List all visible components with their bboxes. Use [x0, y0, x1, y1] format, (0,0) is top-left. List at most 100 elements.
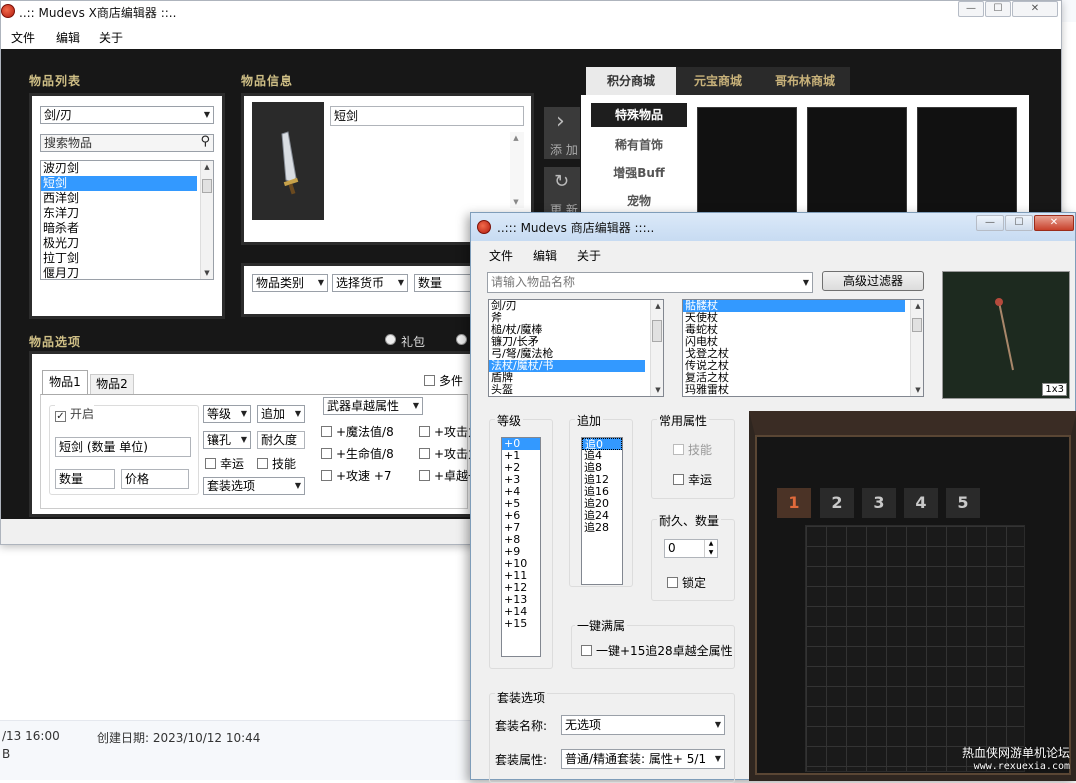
scroll-up-icon[interactable]: ▲: [651, 300, 663, 312]
minimize-button[interactable]: —: [958, 1, 984, 17]
multi-checkbox[interactable]: 多件: [424, 372, 463, 389]
quantity-input[interactable]: 数量: [55, 469, 115, 489]
scroll-thumb[interactable]: [202, 179, 212, 193]
checkbox-box[interactable]: [257, 458, 268, 469]
tab-ingot-shop[interactable]: 元宝商城: [676, 67, 760, 95]
tab-item-1[interactable]: 物品1: [42, 370, 88, 394]
level-dropdown[interactable]: 等级 ▼: [203, 405, 251, 423]
lock-checkbox[interactable]: 锁定: [667, 574, 706, 591]
item-search-combo[interactable]: 请输入物品名称 ▼: [487, 272, 813, 293]
durability-field[interactable]: 耐久度: [257, 431, 305, 449]
checkbox-box[interactable]: [321, 426, 332, 437]
list-item[interactable]: 东洋刀: [41, 206, 213, 221]
stepper-down-icon[interactable]: ▼: [704, 548, 717, 557]
checkbox-box[interactable]: [419, 426, 430, 437]
checkbox-box[interactable]: [321, 448, 332, 459]
luck-checkbox[interactable]: 幸运: [673, 471, 712, 488]
side-pets[interactable]: 宠物: [591, 189, 687, 213]
checkbox-box[interactable]: [673, 444, 684, 455]
set-attr-dropdown[interactable]: 普通/精通套装: 属性+ 5/1 ▼: [561, 749, 725, 769]
scroll-up-icon[interactable]: ▲: [510, 132, 522, 144]
scroll-down-icon[interactable]: ▼: [510, 196, 522, 208]
excellent-opt-speed[interactable]: +攻速 +7: [321, 467, 392, 484]
side-buff[interactable]: 增强Buff: [591, 161, 687, 185]
inventory-tab-1[interactable]: 1: [777, 488, 811, 518]
checkbox-box[interactable]: [424, 375, 435, 386]
enable-checkbox[interactable]: 开启: [55, 405, 95, 422]
tab-goblin-shop[interactable]: 哥布林商城: [760, 67, 850, 95]
item-desc-field[interactable]: 短剑 (数量 单位): [55, 437, 191, 457]
list-item[interactable]: +15: [502, 618, 540, 630]
checkbox-box[interactable]: [419, 448, 430, 459]
menu-edit[interactable]: 编辑: [56, 29, 80, 46]
full-attr-checkbox[interactable]: 一键+15追28卓越全属性: [581, 642, 733, 659]
list-item[interactable]: 头盔: [489, 384, 663, 396]
scroll-down-icon[interactable]: ▼: [911, 384, 923, 396]
checkbox-box[interactable]: [673, 474, 684, 485]
scrollbar[interactable]: ▲ ▼: [650, 300, 663, 396]
list-item[interactable]: 偃月刀: [41, 266, 213, 279]
shop-slot[interactable]: [697, 107, 797, 225]
excellent-opt-life[interactable]: +生命值/8: [321, 445, 394, 462]
list-item[interactable]: 天使杖: [683, 312, 923, 324]
durability-stepper[interactable]: 0 ▲ ▼: [664, 539, 718, 558]
inventory-tab-5[interactable]: 5: [946, 488, 980, 518]
side-special-items[interactable]: 特殊物品: [591, 103, 687, 127]
inventory-tab-3[interactable]: 3: [862, 488, 896, 518]
list-item[interactable]: 毒蛇杖: [683, 324, 923, 336]
scroll-up-icon[interactable]: ▲: [911, 300, 923, 312]
scroll-down-icon[interactable]: ▼: [201, 267, 213, 279]
menu-about[interactable]: 关于: [99, 29, 123, 46]
inventory-tab-2[interactable]: 2: [820, 488, 854, 518]
tab-points-shop[interactable]: 积分商城: [586, 67, 676, 95]
checkbox-box[interactable]: [581, 645, 592, 656]
level-listbox[interactable]: +0 +1 +2 +3 +4 +5 +6 +7 +8 +9 +10 +11 +1…: [501, 437, 541, 657]
checkbox-box[interactable]: [55, 411, 66, 422]
add-button[interactable]: › 添 加: [544, 107, 580, 159]
shop-slot[interactable]: [807, 107, 907, 225]
luck-checkbox[interactable]: 幸运: [205, 455, 244, 472]
search-input[interactable]: 搜索物品 ⚲: [40, 134, 214, 152]
list-item[interactable]: 追28: [582, 522, 622, 534]
set-name-dropdown[interactable]: 无选项 ▼: [561, 715, 725, 735]
scroll-down-icon[interactable]: ▼: [651, 384, 663, 396]
excellent-dropdown[interactable]: 武器卓越属性 ▼: [323, 397, 423, 415]
close-button[interactable]: ✕: [1012, 1, 1058, 17]
scroll-thumb[interactable]: [652, 320, 662, 342]
gift-radio[interactable]: [385, 334, 396, 345]
minimize-button[interactable]: —: [976, 215, 1004, 231]
add-option-dropdown[interactable]: 追加 ▼: [257, 405, 305, 423]
advanced-filter-button[interactable]: 高级过滤器: [822, 271, 924, 291]
set-option-dropdown[interactable]: 套装选项 ▼: [203, 477, 305, 495]
list-item[interactable]: 西洋剑: [41, 191, 213, 206]
tab-item-2[interactable]: 物品2: [90, 374, 134, 394]
quantity-field[interactable]: 数量: [414, 274, 472, 292]
scrollbar[interactable]: ▲ ▼: [200, 161, 213, 279]
list-item[interactable]: 暗杀者: [41, 221, 213, 236]
checkbox-box[interactable]: [321, 470, 332, 481]
maximize-button[interactable]: ☐: [1005, 215, 1033, 231]
list-item[interactable]: 拉丁剑: [41, 251, 213, 266]
list-item[interactable]: 玛雅雷杖: [683, 384, 923, 396]
scroll-up-icon[interactable]: ▲: [201, 161, 213, 173]
menu-edit[interactable]: 编辑: [533, 247, 557, 264]
socket-dropdown[interactable]: 镶孔 ▼: [203, 431, 251, 449]
excellent-opt-mana[interactable]: +魔法值/8: [321, 423, 394, 440]
item-type-dropdown[interactable]: 物品类别 ▼: [252, 274, 328, 292]
checkbox-box[interactable]: [667, 577, 678, 588]
skill-checkbox[interactable]: 技能: [673, 441, 712, 458]
single-radio[interactable]: [456, 334, 467, 345]
close-button[interactable]: ✕: [1034, 215, 1074, 231]
currency-dropdown[interactable]: 选择货币 ▼: [332, 274, 408, 292]
skill-checkbox[interactable]: 技能: [257, 455, 296, 472]
category-listbox[interactable]: 剑/刃 斧 槌/杖/魔棒 镰刀/长矛 弓/弩/魔法枪 法杖/魔杖/书 盾牌 头盔…: [488, 299, 664, 397]
list-item[interactable]: 剑/刃: [489, 300, 663, 312]
scrollbar[interactable]: ▲ ▼: [910, 300, 923, 396]
shop-slot[interactable]: [917, 107, 1017, 225]
checkbox-box[interactable]: [419, 470, 430, 481]
stepper-up-icon[interactable]: ▲: [704, 540, 717, 548]
inventory-grid[interactable]: [805, 525, 1025, 772]
menu-about[interactable]: 关于: [577, 247, 601, 264]
scroll-thumb[interactable]: [912, 318, 922, 332]
menu-file[interactable]: 文件: [489, 247, 513, 264]
